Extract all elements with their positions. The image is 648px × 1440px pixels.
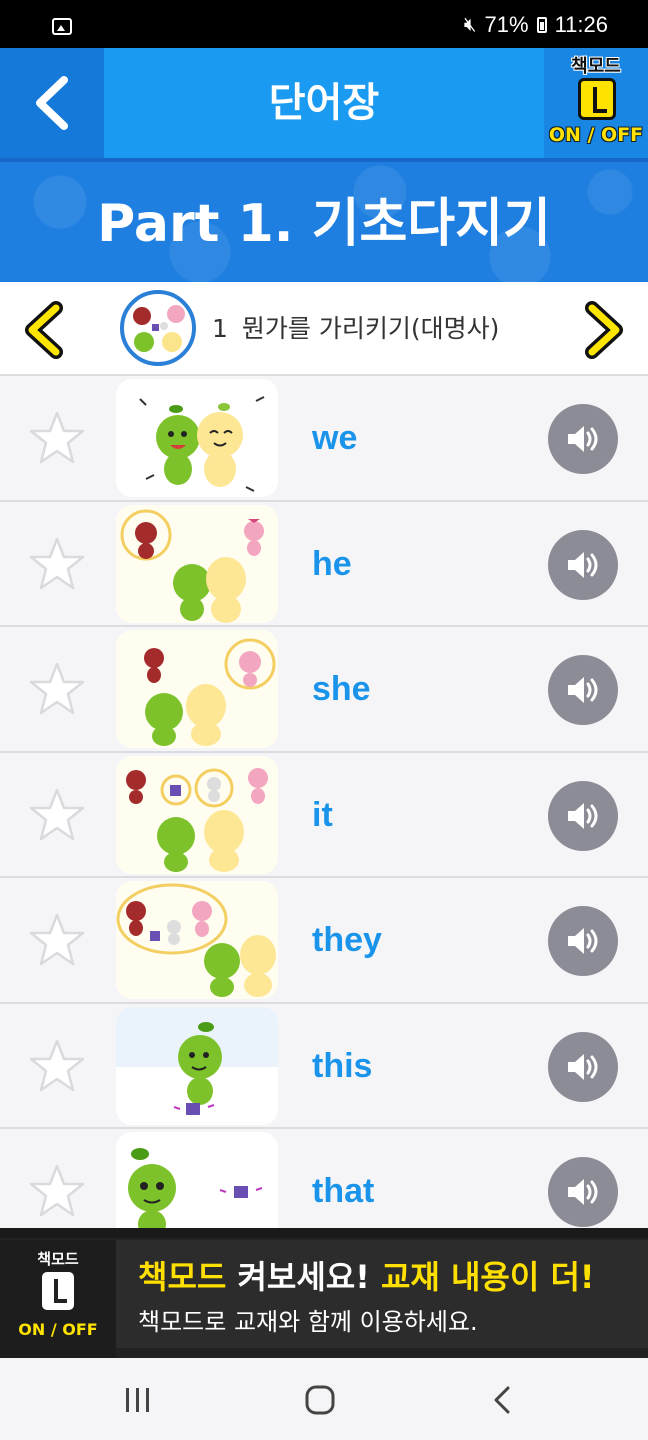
ad-headline-text: 켜보세요! [226,1258,381,1296]
star-icon[interactable] [28,912,86,968]
screen: 🔇︎ 71% 11:26 단어장 책모드 ON / OFF Part 1. 기초… [0,0,648,1440]
ad-logo-label: 책모드 [37,1250,79,1268]
word-list[interactable]: we he she it they this that [0,376,648,1228]
word-illustration [116,1006,278,1125]
status-right: 🔇︎ 71% 11:26 [464,10,608,40]
book-icon [578,78,616,120]
word-row[interactable]: we [0,376,648,502]
word-row[interactable]: she [0,627,648,753]
recent-apps-button[interactable] [118,1380,158,1420]
ad-book-mode-logo: 책모드 ON / OFF [0,1240,116,1358]
battery-percent: 71% [484,12,529,37]
next-chapter-button[interactable] [572,300,632,360]
ad-headline-highlight-1: 책모드 [138,1258,227,1296]
word-illustration [116,1132,278,1228]
word-label: he [312,544,352,583]
word-label: they [312,921,382,959]
chapter-number: 1 [212,314,228,343]
book-mode-ad-banner[interactable]: 책모드 ON / OFF 책모드 켜보세요! 교재 내용이 더! 책모드로 교재… [0,1228,648,1358]
word-row[interactable]: it [0,752,648,878]
word-row[interactable]: this [0,1003,648,1129]
speaker-icon [568,426,598,452]
word-row[interactable]: that [0,1129,648,1228]
sound-button[interactable] [548,1157,618,1227]
word-label: we [312,419,358,457]
mute-icon: 🔇︎ [463,13,477,36]
part-title: Part 1. 기초다지기 [97,194,551,254]
star-icon[interactable] [28,1163,86,1219]
chapter-thumbnail [120,290,196,366]
book-mode-onoff: ON / OFF [548,124,644,146]
word-illustration [116,504,278,623]
gallery-icon [52,18,72,35]
star-icon[interactable] [28,787,86,843]
ad-headline: 책모드 켜보세요! 교재 내용이 더! [138,1252,594,1298]
word-label: she [312,670,371,708]
home-button[interactable] [300,1380,340,1420]
word-row[interactable]: they [0,878,648,1004]
back-button[interactable] [0,48,104,158]
chapter-title-text: 뭔가를 가리키기(대명사) [241,314,500,343]
star-icon[interactable] [28,536,86,592]
page-title: 단어장 [268,80,380,126]
sound-button[interactable] [548,655,618,725]
chapter-nav: 1 뭔가를 가리키기(대명사) [0,282,648,376]
chevron-left-icon [36,76,68,130]
back-nav-button[interactable] [484,1380,524,1420]
word-illustration [116,755,278,874]
speaker-icon [568,1179,598,1205]
speaker-icon [568,928,598,954]
book-mode-toggle-button[interactable]: 책모드 ON / OFF [544,48,648,158]
book-mode-label: 책모드 [571,56,621,77]
chapter-title: 1 뭔가를 가리키기(대명사) [212,282,499,376]
word-illustration [116,881,278,999]
part-banner: Part 1. 기초다지기 [0,158,648,282]
app-header: 단어장 책모드 ON / OFF [0,48,648,158]
clock: 11:26 [554,12,608,37]
sound-button[interactable] [548,906,618,976]
speaker-icon [568,802,598,829]
system-navigation-bar [0,1358,648,1440]
sound-button[interactable] [548,780,618,851]
star-icon[interactable] [28,410,86,466]
prev-chapter-button[interactable] [16,300,76,360]
status-bar: 🔇︎ 71% 11:26 [0,0,648,48]
ad-logo-onoff: ON / OFF [18,1320,98,1339]
word-label: that [312,1172,375,1210]
speaker-icon [568,677,598,703]
battery-icon [536,17,547,33]
sound-button[interactable] [548,529,618,600]
ad-subtext: 책모드로 교재와 함께 이용하세요. [138,1308,478,1336]
word-label: this [312,1046,373,1085]
word-row[interactable]: he [0,501,648,627]
ad-headline-highlight-2: 교재 내용이 더! [380,1258,595,1296]
speaker-icon [568,551,598,578]
book-icon [42,1272,74,1310]
word-illustration [116,630,278,748]
star-icon[interactable] [28,1038,86,1094]
star-icon[interactable] [28,661,86,717]
sound-button[interactable] [548,1031,618,1102]
word-label: it [312,795,333,834]
speaker-icon [568,1053,598,1080]
word-illustration [116,379,278,497]
ad-content: 책모드 켜보세요! 교재 내용이 더! 책모드로 교재와 함께 이용하세요. [116,1240,648,1348]
sound-button[interactable] [548,404,618,474]
